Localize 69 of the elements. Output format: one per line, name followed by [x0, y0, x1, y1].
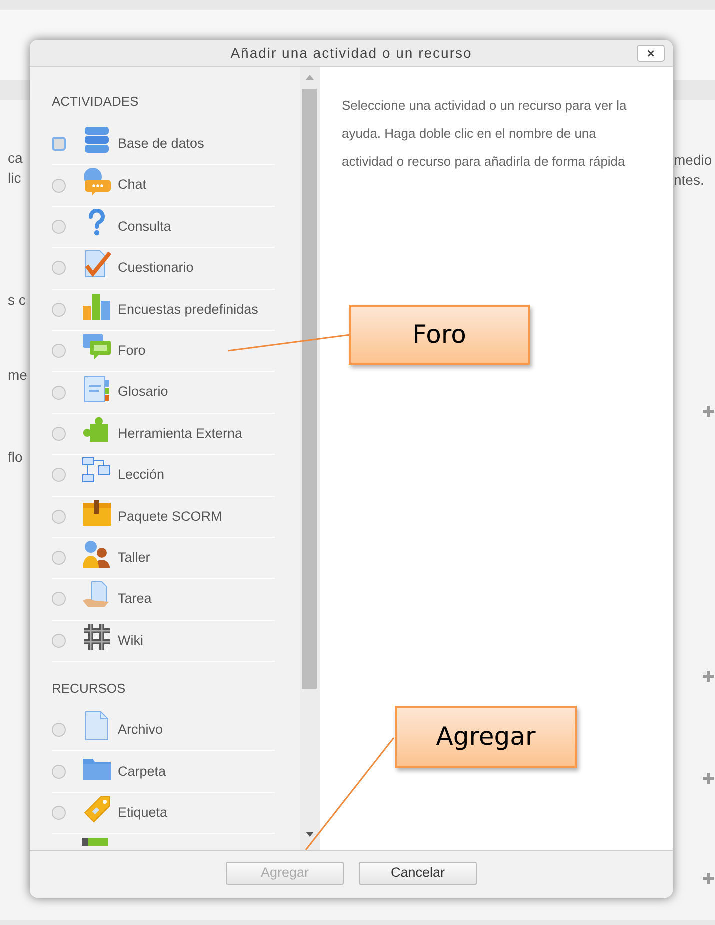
background-text: lic: [8, 169, 22, 188]
callout-box: Agregar: [395, 706, 577, 768]
close-button[interactable]: ×: [637, 45, 665, 62]
radio-button[interactable]: [52, 764, 66, 779]
background-text: ca: [8, 149, 23, 168]
activity-label[interactable]: Herramienta Externa: [118, 424, 243, 444]
dialog-button[interactable]: Cancelar: [359, 862, 477, 885]
activity-label[interactable]: Wiki: [118, 630, 144, 651]
speech-boxes-icon: [82, 333, 112, 362]
plus-icon[interactable]: [702, 772, 715, 785]
activity-label[interactable]: Glosario: [118, 382, 168, 403]
radio-button[interactable]: [52, 386, 66, 400]
plus-icon[interactable]: [702, 670, 715, 683]
scroll-down-arrow-icon[interactable]: [306, 832, 314, 837]
activity-label[interactable]: Tarea: [118, 589, 152, 610]
activity-label[interactable]: Foro: [118, 341, 146, 362]
activity-label[interactable]: Archivo: [118, 720, 164, 740]
background-text: ntes.: [674, 171, 704, 190]
scrollbar-thumb[interactable]: [302, 89, 317, 689]
radio-button[interactable]: [52, 634, 66, 648]
people-icon: [82, 540, 112, 568]
background-text: s c: [8, 291, 26, 310]
callout-box: Foro: [349, 305, 530, 365]
activity-label[interactable]: Taller: [118, 548, 150, 568]
background-text: me: [8, 366, 28, 385]
help-text: Seleccione una actividad o un recurso para ver la ayuda. Haga doble clic en el nombre de una actividad o recurso para añadirla de forma rápida: [342, 97, 628, 171]
scroll-up-arrow-icon[interactable]: [306, 75, 314, 80]
flowchart-icon: [82, 457, 112, 486]
checkmark-page-icon: [83, 250, 111, 278]
activity-label[interactable]: Etiqueta: [118, 802, 168, 824]
radio-button[interactable]: [52, 551, 66, 566]
section-heading: ACTIVIDADES: [52, 93, 140, 111]
partial-item-icon: [82, 838, 108, 846]
activity-label[interactable]: Encuestas predefinidas: [118, 300, 258, 320]
radio-button[interactable]: [52, 344, 66, 358]
radio-button[interactable]: [52, 261, 66, 276]
page-on-hand-icon: [82, 581, 112, 610]
activity-label[interactable]: Base de datos: [118, 134, 204, 154]
grid-tiles-icon: [82, 622, 112, 651]
chat-bubbles-icon: [82, 168, 112, 196]
database-icon: [83, 126, 111, 154]
activity-label[interactable]: Paquete SCORM: [118, 506, 222, 527]
activity-label[interactable]: Carpeta: [118, 762, 166, 782]
package-box-icon: [82, 498, 112, 527]
tag-icon: [82, 794, 112, 824]
plus-icon[interactable]: [702, 872, 715, 885]
radio-button[interactable]: [52, 426, 66, 441]
radio-button[interactable]: [52, 178, 66, 193]
question-mark-icon: [87, 208, 107, 237]
radio-button[interactable]: [52, 302, 66, 317]
radio-button[interactable]: [52, 806, 66, 820]
radio-button[interactable]: [52, 137, 66, 152]
radio-button[interactable]: [52, 468, 66, 482]
radio-button[interactable]: [52, 510, 66, 524]
bar-chart-icon: [82, 292, 112, 320]
document-tabs-icon: [83, 374, 111, 403]
document-icon: [84, 711, 110, 742]
activity-label[interactable]: Lección: [118, 465, 165, 486]
radio-button[interactable]: [52, 592, 66, 606]
activity-label[interactable]: Chat: [118, 175, 147, 196]
radio-button[interactable]: [52, 723, 66, 738]
activity-label[interactable]: Consulta: [118, 216, 172, 238]
plus-icon[interactable]: [702, 405, 715, 418]
background-text: medio: [674, 151, 712, 170]
radio-button[interactable]: [52, 220, 66, 234]
activity-label[interactable]: Cuestionario: [118, 258, 194, 278]
dialog-title: Añadir una actividad o un recurso: [230, 44, 472, 62]
background-text: flo: [8, 448, 23, 467]
section-heading: RECURSOS: [52, 680, 127, 698]
